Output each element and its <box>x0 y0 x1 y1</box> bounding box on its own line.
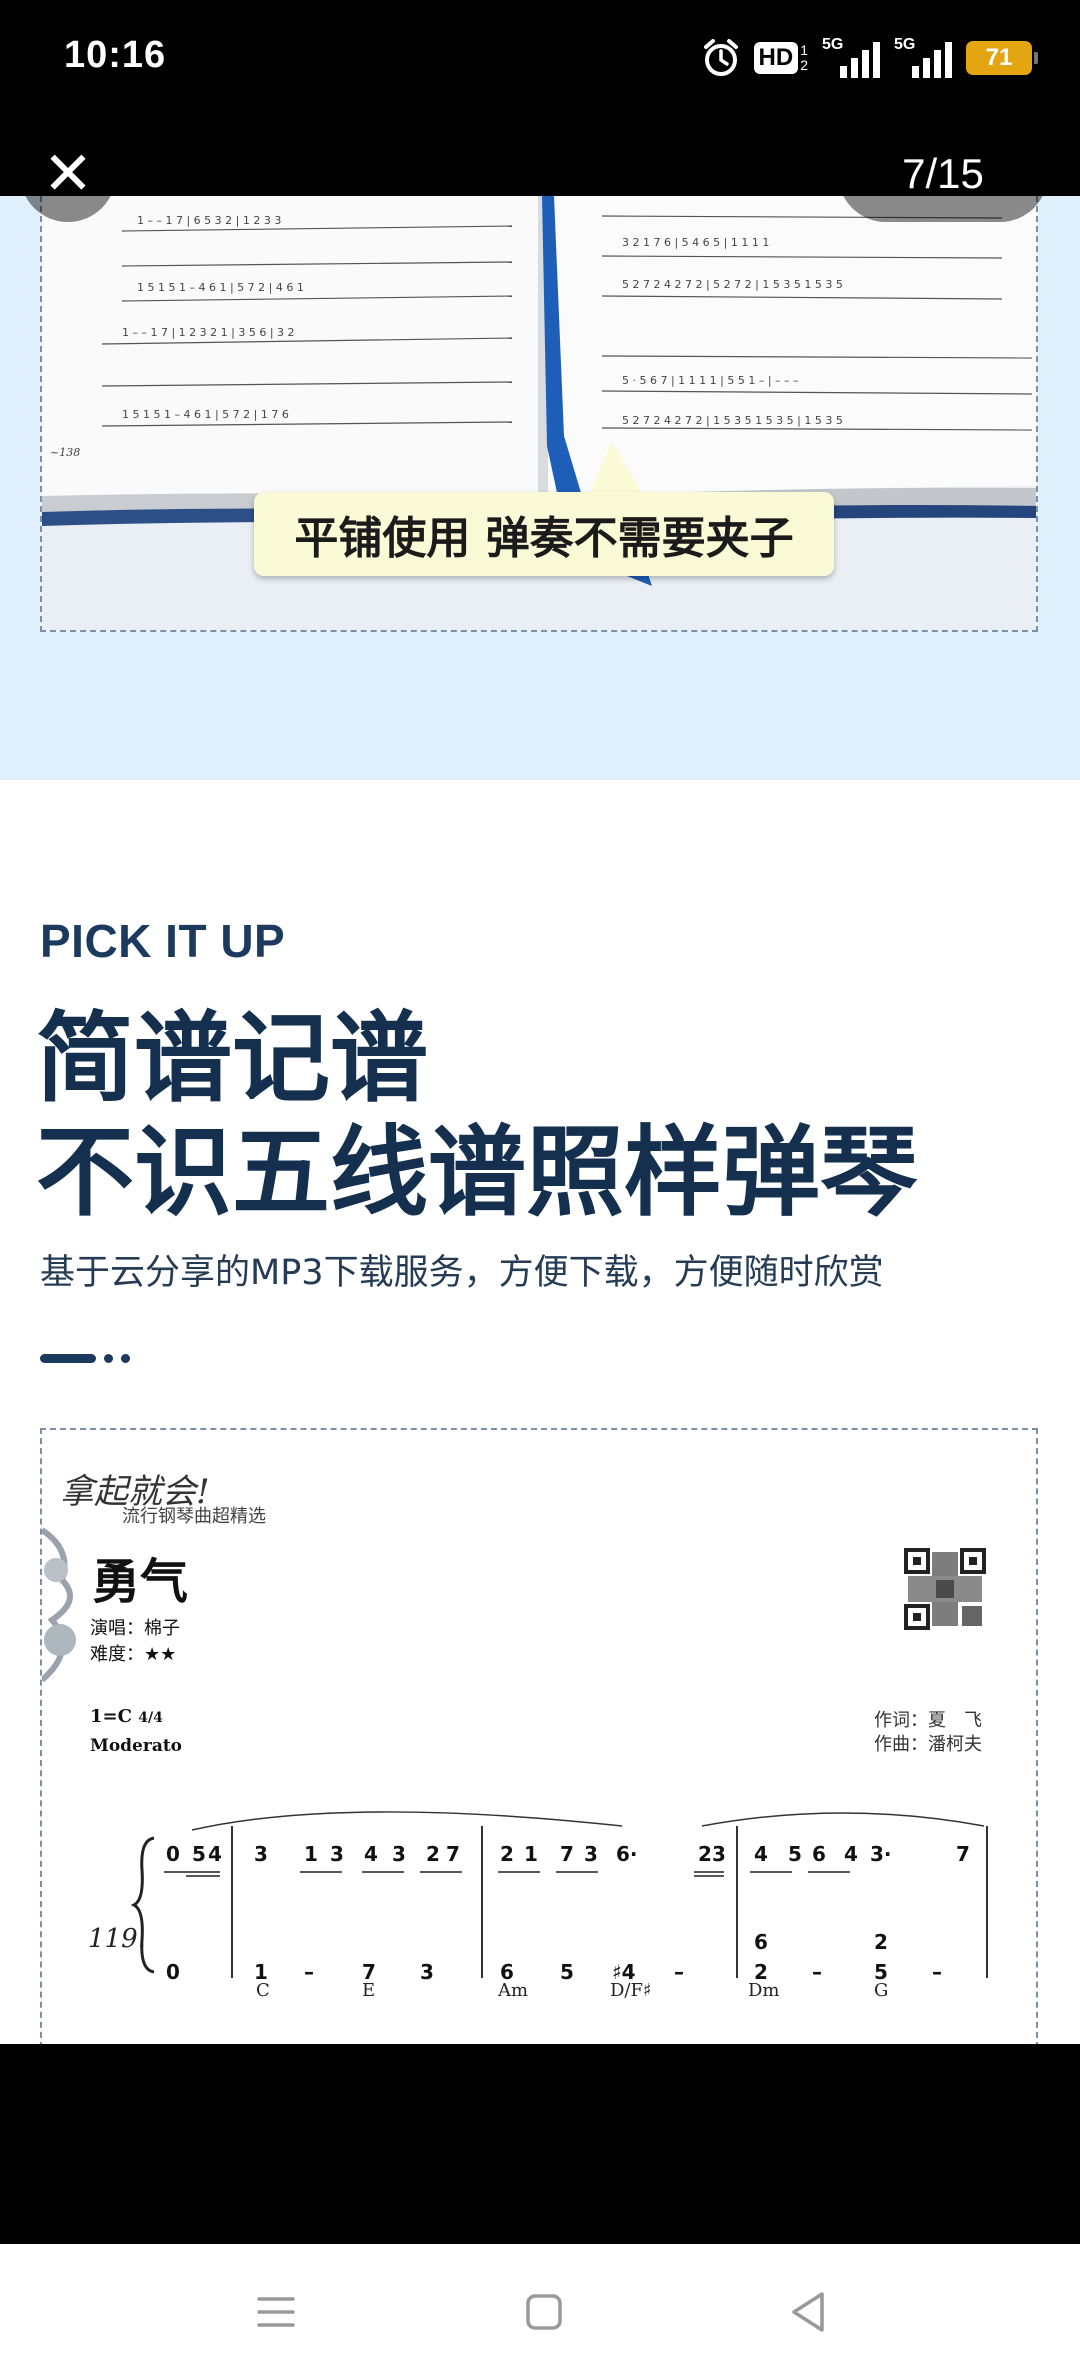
lower-note: 6 <box>754 1930 768 1954</box>
upper-note: 3· <box>870 1842 892 1866</box>
alarm-icon <box>702 38 740 78</box>
lower-note: ♯4 <box>612 1960 636 1984</box>
lower-note: – <box>304 1960 314 1984</box>
lower-note: 7 <box>362 1960 376 1984</box>
upper-note: 0 <box>166 1842 180 1866</box>
svg-text:~138: ~138 <box>50 446 80 459</box>
upper-note: 3 <box>712 1842 726 1866</box>
lower-note: 1 <box>254 1960 268 1984</box>
score-sheet: 拿起就会! 流行钢琴曲超精选 勇气 演唱：棉子 难度：★★ 1=C 4/4 Mo… <box>40 1428 1038 2044</box>
upper-note: 3 <box>584 1842 598 1866</box>
headline-line-1: 简谱记谱 <box>36 1002 429 1116</box>
book-photo-section: 1 – – 1 7 | 6 5 3 2 | 1 2 3 3 1 5 1 5 1 … <box>0 196 1080 780</box>
svg-text:3 2 1 7 6 | 5 4 6 5 | 1 1 1 1: 3 2 1 7 6 | 5 4 6 5 | 1 1 1 1 <box>622 236 769 249</box>
upper-note: 3 <box>392 1842 406 1866</box>
hd-sub-bottom: 2 <box>800 57 808 73</box>
upper-note: 1 <box>304 1842 318 1866</box>
home-icon[interactable] <box>516 2284 572 2340</box>
signal-icon-sim1: 5G <box>822 36 880 78</box>
lower-note: – <box>932 1960 942 1984</box>
upper-note: 4 <box>844 1842 858 1866</box>
svg-text:1 – – 1 7 | 1 2 3 2 1 | 3 5: 1 – – 1 7 | 1 2 3 2 1 | 3 5 6 | 3 2 <box>122 326 295 339</box>
upper-note: 4 <box>754 1842 768 1866</box>
eyebrow-text: PICK IT UP <box>40 915 286 967</box>
upper-note: 6· <box>616 1842 638 1866</box>
lower-note: 2 <box>874 1930 888 1954</box>
status-bar: 10:16 HD 1 2 5G 5G 71 <box>0 0 1080 124</box>
back-icon[interactable] <box>780 2284 836 2340</box>
upper-note: 2 <box>698 1842 712 1866</box>
svg-text:5 2 7 2 4 2 7 2 | 5 2 7 2 | 1: 5 2 7 2 4 2 7 2 | 5 2 7 2 | 1 5 3 5 1 5 … <box>622 278 843 291</box>
hd-sub-top: 1 <box>800 42 808 58</box>
decorative-divider <box>40 1353 130 1363</box>
upper-note: 1 <box>524 1842 538 1866</box>
upper-note: 3 <box>330 1842 344 1866</box>
score-staff-lines <box>130 1811 988 1978</box>
image-viewer[interactable]: 1 – – 1 7 | 6 5 3 2 | 1 2 3 3 1 5 1 5 1 … <box>0 196 1080 2044</box>
lower-note: 6 <box>500 1960 514 1984</box>
lower-note: 3 <box>420 1960 434 1984</box>
caption-bubble: 平铺使用 弹奏不需要夹子 <box>254 492 834 576</box>
upper-note: 7 <box>560 1842 574 1866</box>
upper-note: 5 <box>788 1842 802 1866</box>
battery-icon: 71 <box>966 41 1038 75</box>
subtitle: 基于云分享的MP3下载服务，方便下载，方便随时欣赏 <box>40 1253 884 1293</box>
svg-text:1 – – 1 7 | 6 5 3 2 | 1 2 3: 1 – – 1 7 | 6 5 3 2 | 1 2 3 3 <box>137 214 281 227</box>
upper-note: 7 <box>446 1842 460 1866</box>
lower-note: 5 <box>560 1960 574 1984</box>
status-icons: HD 1 2 5G 5G 71 <box>702 36 1038 80</box>
upper-note: 5 <box>192 1842 206 1866</box>
svg-text:5 · 5 6 7 | 1 1 1 1 | 5 5 1 –: 5 · 5 6 7 | 1 1 1 1 | 5 5 1 – | – – – <box>622 374 799 387</box>
svg-text:1 5 1 5 1 – 4 6 1 | 5 7 2 |: 1 5 1 5 1 – 4 6 1 | 5 7 2 | 1 7 6 <box>122 408 289 421</box>
lower-note: 2 <box>754 1960 768 1984</box>
upper-note: 4 <box>364 1842 378 1866</box>
upper-note: 2 <box>426 1842 440 1866</box>
svg-text:5 2 7 2 4 2 7 2 | 1 5 3 5 1 5: 5 2 7 2 4 2 7 2 | 1 5 3 5 1 5 3 5 | 1 5 … <box>622 414 843 427</box>
upper-note: 3 <box>254 1842 268 1866</box>
lower-note: – <box>674 1960 684 1984</box>
upper-note: 4 <box>208 1842 222 1866</box>
hd-sim-index: 1 2 <box>800 43 808 73</box>
close-button[interactable]: ✕ <box>20 126 116 222</box>
headline: 简谱记谱 不识五线谱照样弹琴 <box>36 1002 918 1230</box>
black-letterbox <box>0 2044 1080 2244</box>
lower-note: – <box>812 1960 822 1984</box>
upper-note: 6 <box>812 1842 826 1866</box>
lower-note: 0 <box>166 1960 180 1984</box>
hd-voice-icon: HD 1 2 <box>753 42 808 74</box>
upper-note: 7 <box>956 1842 970 1866</box>
navigation-bar <box>0 2244 1080 2376</box>
signal-icon-sim2: 5G <box>894 36 952 78</box>
status-time: 10:16 <box>64 34 167 76</box>
menu-icon[interactable] <box>248 2284 304 2340</box>
page-counter: 7/15 <box>838 126 1048 222</box>
hd-label: HD <box>753 42 799 74</box>
book-photo: 1 – – 1 7 | 6 5 3 2 | 1 2 3 3 1 5 1 5 1 … <box>40 196 1038 632</box>
svg-text:1 5 1 5 1 – 4 6 1 | 5 7 2 |: 1 5 1 5 1 – 4 6 1 | 5 7 2 | 4 6 1 <box>137 281 304 294</box>
upper-note: 2 <box>500 1842 514 1866</box>
headline-line-2: 不识五线谱照样弹琴 <box>36 1116 919 1230</box>
lower-note: 5 <box>874 1960 888 1984</box>
